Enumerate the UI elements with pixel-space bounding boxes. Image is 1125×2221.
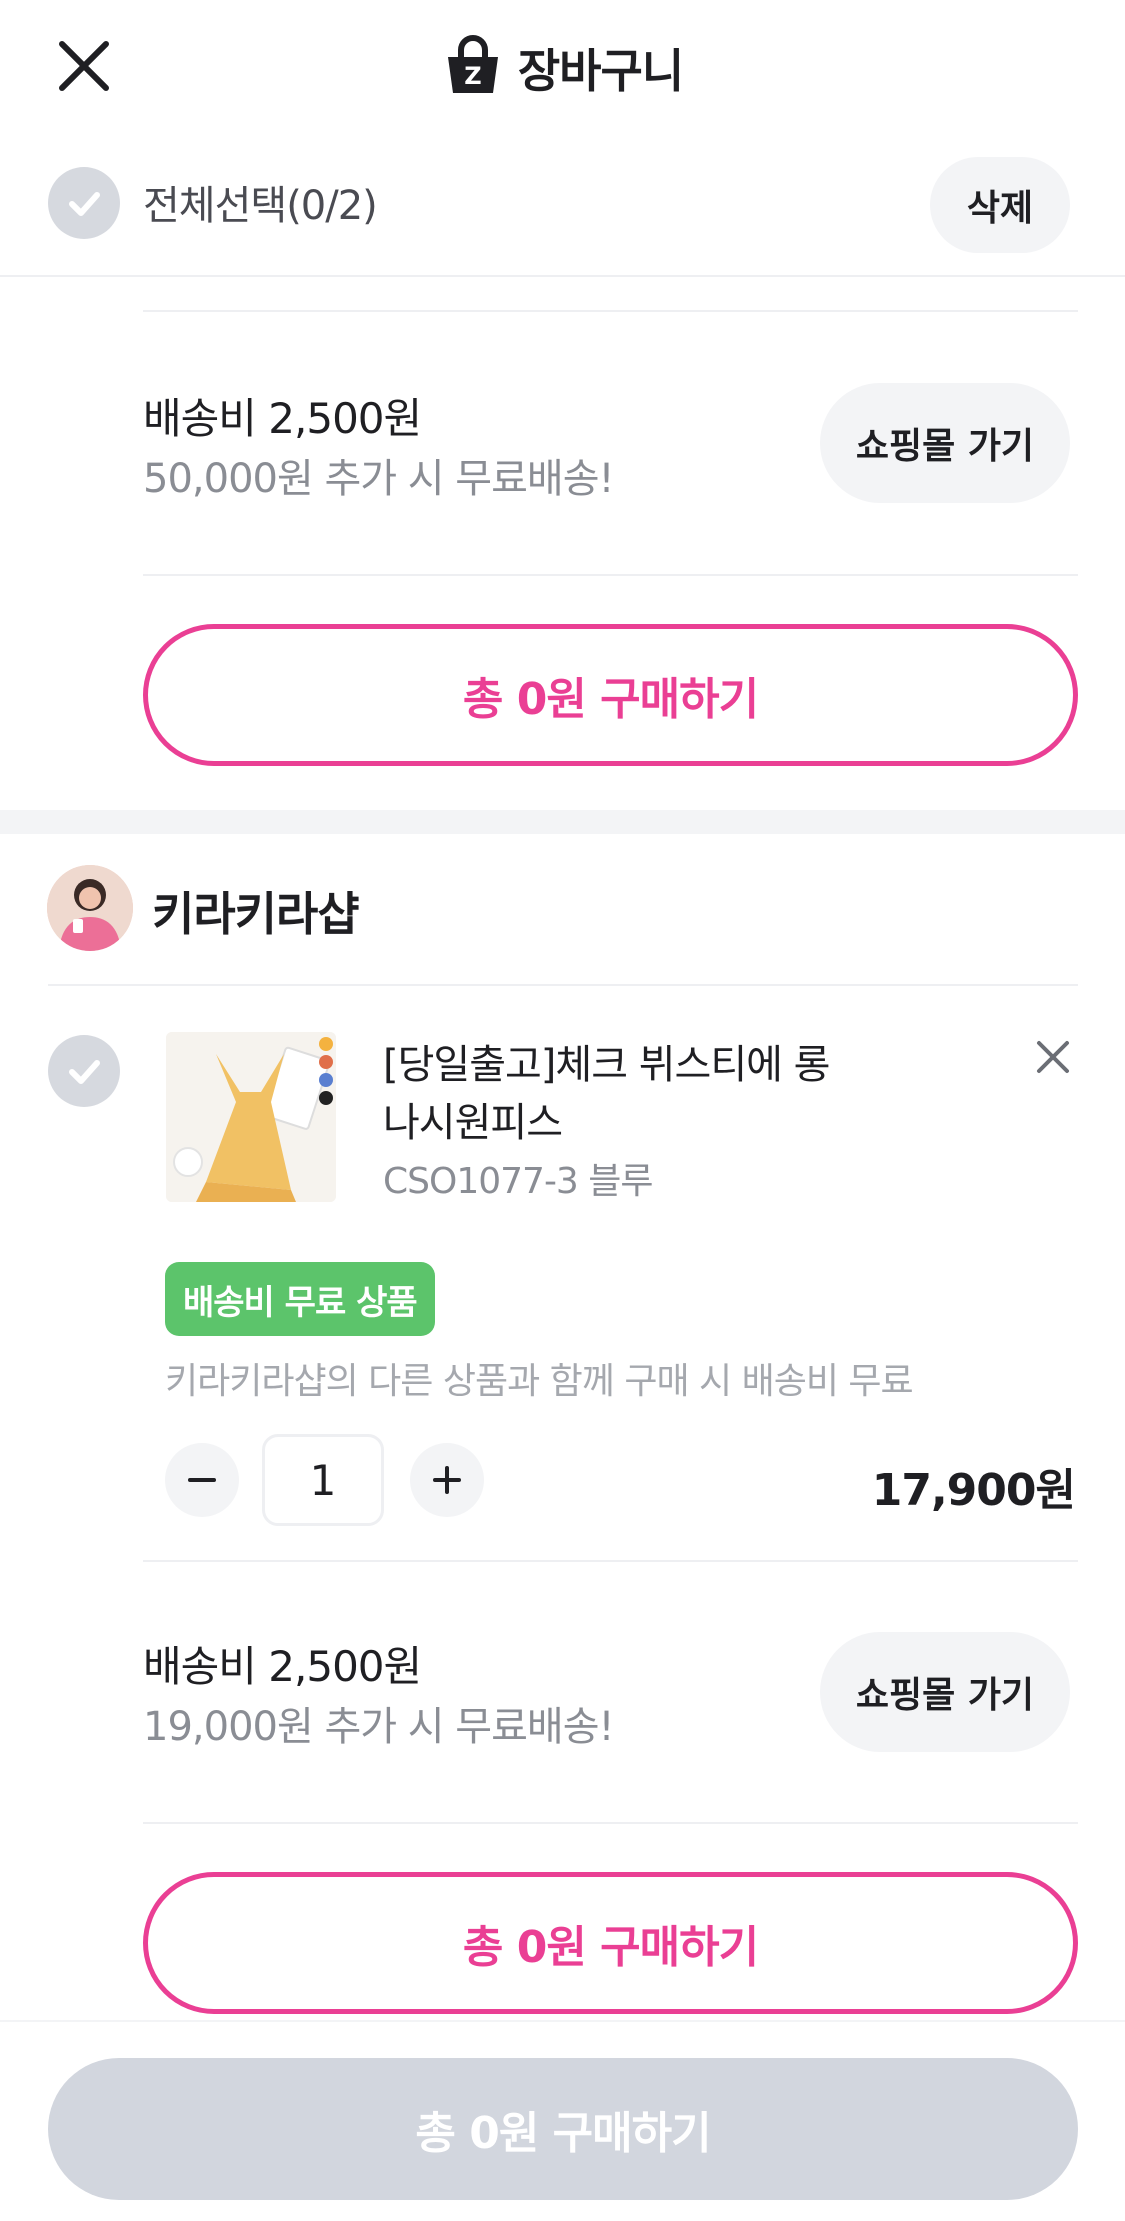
product-image[interactable] — [166, 1032, 336, 1202]
shop-buy-button[interactable]: 총 0원 구매하기 — [143, 624, 1078, 766]
divider — [143, 1560, 1078, 1562]
free-shipping-note: 키라키라샵의 다른 상품과 함께 구매 시 배송비 무료 — [165, 1361, 914, 1402]
page-title: 장바구니 — [517, 44, 684, 98]
free-shipping-hint: 19,000원 추가 시 무료배송! — [143, 1704, 615, 1750]
select-all-row: 전체선택(0/2) 삭제 — [0, 135, 1125, 277]
check-icon — [69, 1060, 100, 1084]
divider — [143, 1822, 1078, 1824]
total-buy-button[interactable]: 총 0원 구매하기 — [48, 2058, 1078, 2200]
go-to-mall-button[interactable]: 쇼핑몰 가기 — [820, 383, 1070, 503]
free-shipping-badge: 배송비 무료 상품 — [165, 1262, 435, 1336]
quantity-decrease-button[interactable] — [165, 1443, 239, 1517]
go-to-mall-button[interactable]: 쇼핑몰 가기 — [820, 1632, 1070, 1752]
divider — [143, 574, 1078, 576]
page-title-wrap: Z 장바구니 — [0, 28, 1125, 108]
bottom-bar: 총 0원 구매하기 — [0, 2020, 1125, 2221]
header: Z 장바구니 — [0, 0, 1125, 135]
divider — [143, 310, 1078, 312]
minus-icon — [188, 1478, 216, 1482]
free-shipping-hint: 50,000원 추가 시 무료배송! — [143, 456, 615, 502]
check-icon — [69, 192, 100, 216]
svg-text:Z: Z — [464, 62, 481, 90]
section-separator — [0, 810, 1125, 834]
remove-item-icon[interactable] — [1030, 1034, 1076, 1080]
shop-name[interactable]: 키라키라샵 — [152, 878, 360, 944]
divider — [48, 984, 1078, 986]
shipping-fee-label: 배송비 2,500원 — [143, 1642, 422, 1691]
delete-button[interactable]: 삭제 — [930, 157, 1070, 253]
shop-avatar[interactable] — [47, 865, 133, 951]
select-all-label: 전체선택(0/2) — [143, 183, 378, 229]
product-name[interactable]: [당일출고]체크 뷔스티에 롱 나시원피스 — [383, 1036, 843, 1152]
item-price: 17,900원 — [871, 1465, 1076, 1516]
shipping-fee-label: 배송비 2,500원 — [143, 394, 422, 443]
quantity-input[interactable] — [262, 1434, 384, 1526]
product-option: CSO1077-3 블루 — [383, 1161, 654, 1202]
shopping-bag-icon: Z — [442, 35, 504, 101]
select-all-checkbox[interactable] — [48, 167, 120, 239]
plus-icon — [433, 1466, 461, 1494]
shop-buy-button[interactable]: 총 0원 구매하기 — [143, 1872, 1078, 2014]
item-checkbox[interactable] — [48, 1035, 120, 1107]
quantity-increase-button[interactable] — [410, 1443, 484, 1517]
